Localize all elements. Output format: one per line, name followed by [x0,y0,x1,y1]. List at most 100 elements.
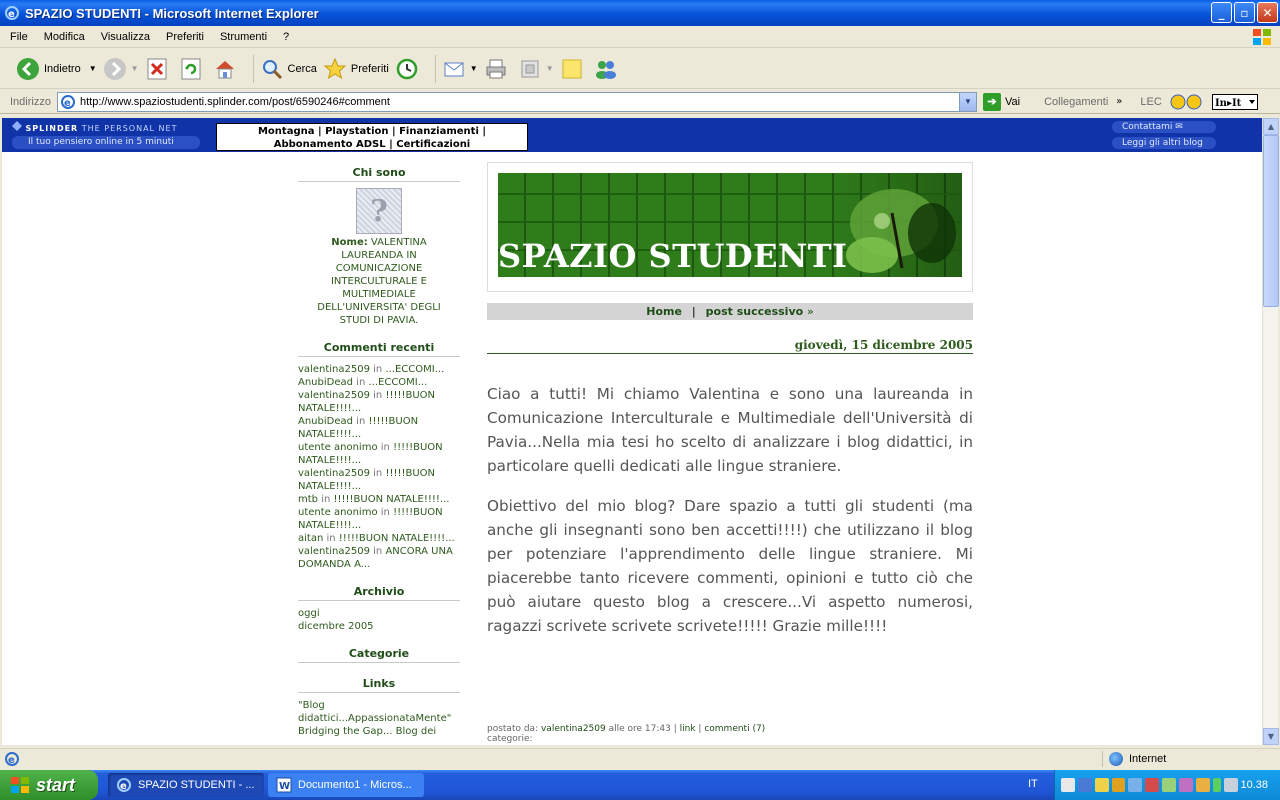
star-icon [323,57,347,79]
link-item[interactable]: Bridging the Gap... Blog dei [298,725,460,738]
recent-comment-item: valentina2509 in !!!!!BUON NATALE!!!!... [298,389,460,415]
lec-icon[interactable] [1170,94,1206,110]
comment-author-link[interactable]: utente anonimo [298,507,378,518]
recent-comment-item: aitan in !!!!!BUON NATALE!!!!... [298,532,460,545]
minimize-button[interactable]: _ [1211,2,1232,23]
comment-author-link[interactable]: valentina2509 [298,390,370,401]
comment-in-label: in [373,364,383,375]
address-input[interactable]: e http://www.spaziostudenti.splinder.com… [56,91,977,112]
meta-permalink[interactable]: link [680,724,696,734]
taskbar-item-ie[interactable]: e SPAZIO STUDENTI - ... [108,773,264,797]
comment-in-label: in [356,377,366,388]
tray-app-icon[interactable] [1179,778,1193,792]
meta-author-link[interactable]: valentina2509 [541,724,606,734]
edit-button[interactable]: ▼ [518,57,554,81]
contact-link[interactable]: Contattami ✉ [1112,121,1216,133]
comment-author-link[interactable]: utente anonimo [298,442,378,453]
scroll-up-icon[interactable]: ▲ [1263,118,1279,135]
comment-author-link[interactable]: valentina2509 [298,546,370,557]
nav-separator: | [691,305,696,318]
clock[interactable]: 10.38 [1241,779,1269,791]
menu-visualizza[interactable]: Visualizza [101,31,150,43]
comment-post-link[interactable]: ...ECCOMI... [385,364,444,375]
note-icon [562,59,582,78]
mail-dropdown-icon[interactable]: ▼ [470,64,478,73]
menu-strumenti[interactable]: Strumenti [220,31,267,43]
links-chevron-icon[interactable]: » [1116,96,1122,107]
tray-app-icon[interactable] [1212,778,1221,792]
menu-modifica[interactable]: Modifica [44,31,85,43]
start-button[interactable]: start [0,770,98,800]
scroll-down-icon[interactable]: ▼ [1263,728,1279,745]
favorites-button[interactable]: Preferiti [323,57,389,81]
maximize-button[interactable]: ▫ [1234,2,1255,23]
tray-back-icon[interactable] [1061,778,1075,792]
menu-file[interactable]: File [10,31,28,43]
tray-app-icon[interactable] [1195,778,1210,792]
discuss-button[interactable] [560,57,588,81]
scroll-thumb[interactable] [1263,135,1279,307]
refresh-icon [181,58,201,79]
comment-author-link[interactable]: mtb [298,494,318,505]
comment-author-link[interactable]: valentina2509 [298,364,370,375]
language-indicator[interactable]: IT [1028,778,1038,790]
link-item[interactable]: "Blog didattici...AppassionataMente" [298,699,460,725]
task-label: Documento1 - Micros... [298,779,412,791]
comment-post-link[interactable]: ...ECCOMI... [368,377,427,388]
address-dropdown-icon[interactable]: ▼ [958,92,976,111]
toolbar-separator [434,54,436,83]
ad-line-2[interactable]: Abbonamento ADSL | Certificazioni [217,138,527,151]
blog-title[interactable]: SPAZIO STUDENTI [498,237,848,275]
tray-app-icon[interactable] [1094,778,1109,792]
taskbar-item-word[interactable]: W Documento1 - Micros... [268,773,424,797]
mail-button[interactable]: ▼ [442,57,478,81]
back-dropdown-icon[interactable]: ▼ [89,64,97,73]
menu-help[interactable]: ? [283,31,289,43]
archive-item[interactable]: dicembre 2005 [298,620,460,633]
go-button[interactable]: ➔ Vai [982,92,1020,111]
window-title: SPAZIO STUDENTI - Microsoft Internet Exp… [25,5,319,21]
comment-author-link[interactable]: AnubiDead [298,377,353,388]
comment-author-link[interactable]: valentina2509 [298,468,370,479]
comment-author-link[interactable]: aitan [298,533,323,544]
recent-comment-item: valentina2509 in ...ECCOMI... [298,363,460,376]
comment-post-link[interactable]: !!!!!BUON NATALE!!!!... [334,494,450,505]
tray-app-icon[interactable] [1128,778,1143,792]
sidebar: Chi sono ? Nome: VALENTINA LAUREANDA IN … [298,166,460,738]
splinder-tagline[interactable]: Il tuo pensiero online in 5 minuti [12,136,200,149]
nav-home-link[interactable]: Home [646,305,682,318]
archive-item[interactable]: oggi [298,607,460,620]
messenger-button[interactable] [594,57,622,81]
comment-post-link[interactable]: !!!!!BUON NATALE!!!!... [339,533,455,544]
close-button[interactable]: ✕ [1257,2,1278,23]
taskbar: start e SPAZIO STUDENTI - ... W Document… [0,770,1280,800]
ad-banner[interactable]: Montagna | Playstation | Finanziamenti |… [216,123,528,151]
home-button[interactable] [213,57,241,81]
links-label[interactable]: Collegamenti [1044,96,1108,108]
forward-button[interactable]: ▼ [103,57,139,81]
print-button[interactable] [484,57,512,81]
refresh-button[interactable] [179,57,207,81]
contact-label: Contattami [1122,122,1173,132]
network-icon[interactable] [1077,778,1092,792]
init-translator-icon[interactable]: In▸It [1211,93,1258,110]
menu-preferiti[interactable]: Preferiti [166,31,204,43]
tray-app-icon[interactable] [1162,778,1177,792]
volume-icon[interactable] [1223,778,1238,792]
nav-next-link[interactable]: post successivo [706,305,804,318]
back-button[interactable]: Indietro ▼ [16,57,97,81]
ad-line-1[interactable]: Montagna | Playstation | Finanziamenti | [217,125,527,138]
stop-button[interactable] [145,57,173,81]
tray-app-icon[interactable] [1145,778,1160,792]
meta-comments-link[interactable]: commenti (7) [704,724,765,734]
read-blogs-link[interactable]: Leggi gli altri blog [1112,137,1216,149]
edit-dropdown-icon[interactable]: ▼ [546,64,554,73]
comment-author-link[interactable]: AnubiDead [298,416,353,427]
history-button[interactable] [395,57,423,81]
forward-dropdown-icon[interactable]: ▼ [131,64,139,73]
vertical-scrollbar[interactable]: ▲ ▼ [1262,118,1279,745]
splinder-logo[interactable]: SPLINDER THE PERSONAL NET [12,121,177,133]
post-paragraph: Ciao a tutti! Mi chiamo Valentina e sono… [487,385,973,475]
tray-app-icon[interactable] [1111,778,1126,792]
search-button[interactable]: Cerca [260,57,317,81]
